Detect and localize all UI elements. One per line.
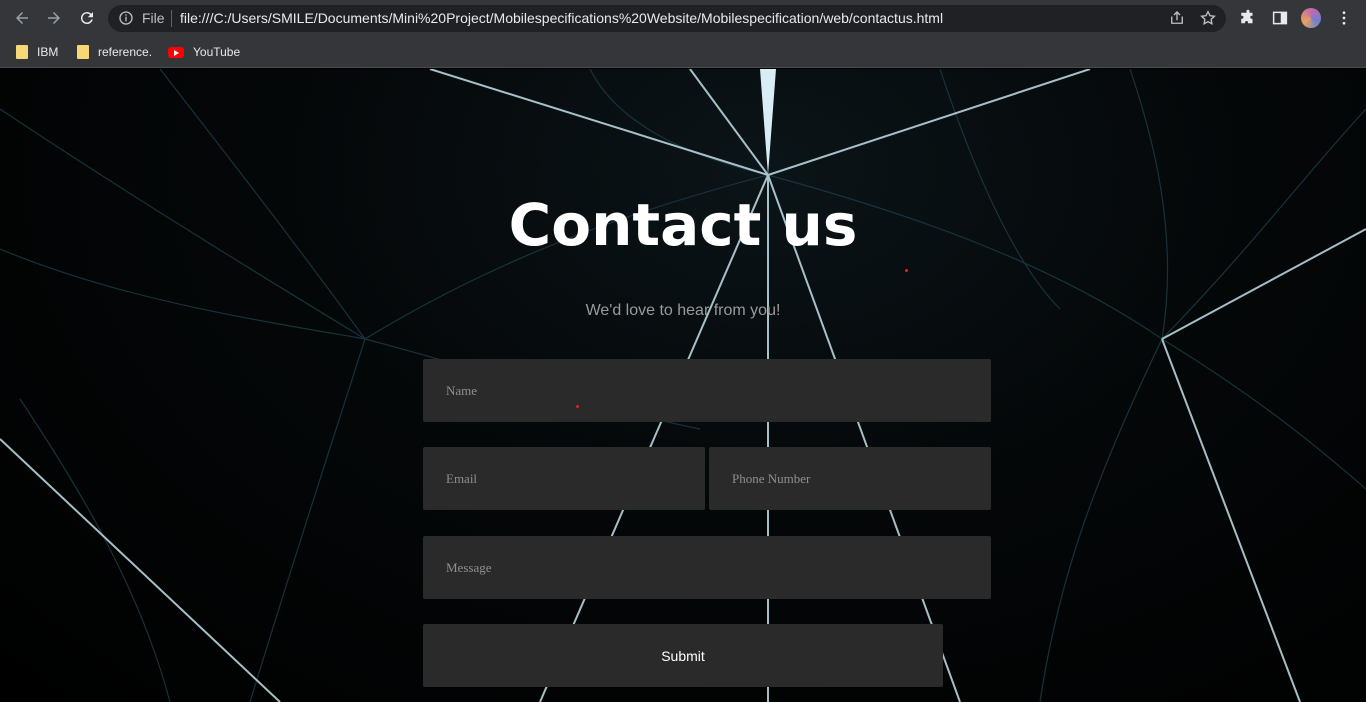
scheme-label: File <box>142 10 165 26</box>
back-button[interactable] <box>10 6 34 30</box>
name-input[interactable] <box>423 359 991 422</box>
bookmarks-bar: IBM reference. YouTube <box>0 37 1366 68</box>
bookmark-ibm[interactable]: IBM <box>16 41 58 63</box>
info-icon[interactable] <box>118 10 134 26</box>
phone-input[interactable] <box>709 447 991 510</box>
bookmark-label: reference. <box>98 45 153 59</box>
folder-icon <box>16 45 28 59</box>
bookmark-label: IBM <box>37 45 59 59</box>
bookmark-youtube[interactable]: YouTube <box>168 41 240 63</box>
submit-button[interactable]: Submit <box>423 624 943 687</box>
omnibox-divider <box>171 10 172 27</box>
arrow-right-icon <box>48 12 60 24</box>
share-icon[interactable] <box>1168 9 1186 27</box>
contact-page: Contact us We'd love to hear from you! S… <box>0 69 1366 702</box>
arrow-left-icon <box>16 12 28 24</box>
reload-icon <box>80 12 93 25</box>
youtube-icon <box>168 46 184 58</box>
browser-toolbar: File file:///C:/Users/SMILE/Documents/Mi… <box>0 0 1366 37</box>
email-input[interactable] <box>423 447 705 510</box>
side-panel-icon[interactable] <box>1271 9 1289 27</box>
reload-button[interactable] <box>75 6 99 30</box>
cursor-dot <box>905 269 908 272</box>
cursor-dot <box>576 405 579 408</box>
url-text[interactable]: file:///C:/Users/SMILE/Documents/Mini%20… <box>180 10 943 27</box>
bookmark-reference[interactable]: reference. <box>77 41 152 63</box>
page-subtitle: We'd love to hear from you! <box>585 302 781 319</box>
extensions-icon[interactable] <box>1239 9 1257 27</box>
page-title: Contact us <box>508 191 858 259</box>
address-bar[interactable]: File file:///C:/Users/SMILE/Documents/Mi… <box>108 5 1226 32</box>
message-input[interactable] <box>423 536 991 599</box>
forward-button[interactable] <box>42 6 66 30</box>
more-menu-icon[interactable] <box>1335 9 1353 27</box>
star-icon[interactable] <box>1199 9 1217 27</box>
bookmark-label: YouTube <box>193 45 241 59</box>
profile-avatar[interactable] <box>1301 8 1321 28</box>
folder-icon <box>77 45 89 59</box>
